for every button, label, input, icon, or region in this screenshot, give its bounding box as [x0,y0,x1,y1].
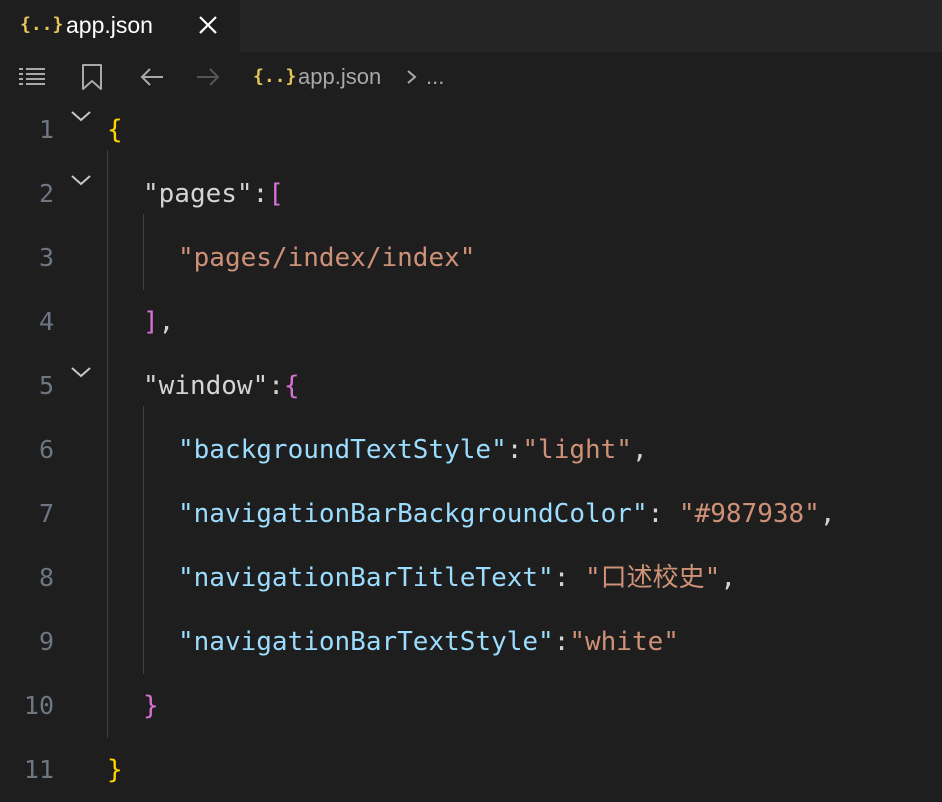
json-key: "navigationBarTextStyle" [178,627,554,657]
code-text: "pages":[ [143,176,284,212]
colon: : [553,563,585,593]
code-line[interactable]: 10 } [0,674,942,738]
code-text: ], [143,304,174,340]
close-brace: } [107,755,123,785]
code-line[interactable]: 8 "navigationBarTitleText": "口述校史", [0,546,942,610]
json-file-icon: {..} [20,14,64,35]
line-number: 3 [38,243,54,272]
json-string: "pages/index/index" [178,243,476,273]
line-number: 6 [38,435,54,464]
code-line[interactable]: 6 "backgroundTextStyle":"light", [0,418,942,482]
code-text: "pages/index/index" [178,240,475,276]
tab-bar: {..} app.json [0,0,942,52]
json-key: "navigationBarBackgroundColor" [178,499,648,529]
code-text: "backgroundTextStyle":"light", [178,432,648,468]
json-string: "口述校史" [585,563,721,593]
json-key: "window" [143,371,269,401]
code-text: "window":{ [143,368,300,404]
code-line[interactable]: 5 "window":{ [0,354,942,418]
code-editor[interactable]: 1 { 2 "pages":[ 3 "pages/index/index" 4 … [0,98,942,800]
line-number: 1 [38,115,54,144]
code-line[interactable]: 7 "navigationBarBackgroundColor": "#9879… [0,482,942,546]
arrow-right-icon[interactable] [193,62,223,92]
arrow-left-icon[interactable] [137,62,167,92]
line-number: 9 [38,627,54,656]
json-key: "backgroundTextStyle" [178,435,507,465]
chevron-right-icon [404,62,420,92]
code-line[interactable]: 9 "navigationBarTextStyle":"white" [0,610,942,674]
outline-list-icon[interactable] [17,62,47,92]
colon: : [647,499,679,529]
code-line[interactable]: 3 "pages/index/index" [0,226,942,290]
open-brace: { [107,115,123,145]
open-bracket: [ [268,179,284,209]
code-text: "navigationBarBackgroundColor": "#987938… [178,496,835,532]
code-text: { [107,112,123,148]
colon: : [553,627,570,657]
code-line[interactable]: 11 } [0,738,942,802]
json-key: "navigationBarTitleText" [178,563,554,593]
tab-app-json[interactable]: {..} app.json [0,0,240,52]
code-line[interactable]: 1 { [0,98,942,162]
open-brace: { [283,371,300,401]
tab-label: app.json [66,12,153,38]
code-text: "navigationBarTitleText": "口述校史", [178,560,736,596]
chevron-down-icon[interactable] [68,104,94,130]
line-number: 8 [38,563,54,592]
breadcrumb-file[interactable]: app.json [298,62,381,92]
comma: , [631,435,648,465]
chevron-down-icon[interactable] [68,360,94,386]
breadcrumb-ellipsis[interactable]: ... [426,62,444,92]
comma: , [720,563,736,593]
json-key: "pages" [143,179,253,209]
line-number: 7 [38,499,54,528]
colon: : [252,179,269,209]
comma: , [158,307,175,337]
colon: : [506,435,523,465]
json-string: "#987938" [678,499,820,529]
json-string: "white" [569,627,679,657]
line-number: 5 [38,371,54,400]
code-line[interactable]: 4 ], [0,290,942,354]
line-number: 11 [23,755,54,784]
json-string: "light" [522,435,632,465]
json-file-icon: {..} [253,66,297,87]
line-number: 10 [23,691,54,720]
line-number: 4 [38,307,54,336]
code-text: } [107,752,123,788]
close-bracket: ] [143,307,159,337]
code-line[interactable]: 2 "pages":[ [0,162,942,226]
code-text: "navigationBarTextStyle":"white" [178,624,679,660]
bookmark-icon[interactable] [77,62,107,92]
chevron-down-icon[interactable] [68,168,94,194]
close-icon[interactable] [193,10,223,40]
comma: , [819,499,836,529]
colon: : [268,371,284,401]
close-brace: } [143,691,159,721]
line-number: 2 [38,179,54,208]
code-text: } [143,688,159,724]
